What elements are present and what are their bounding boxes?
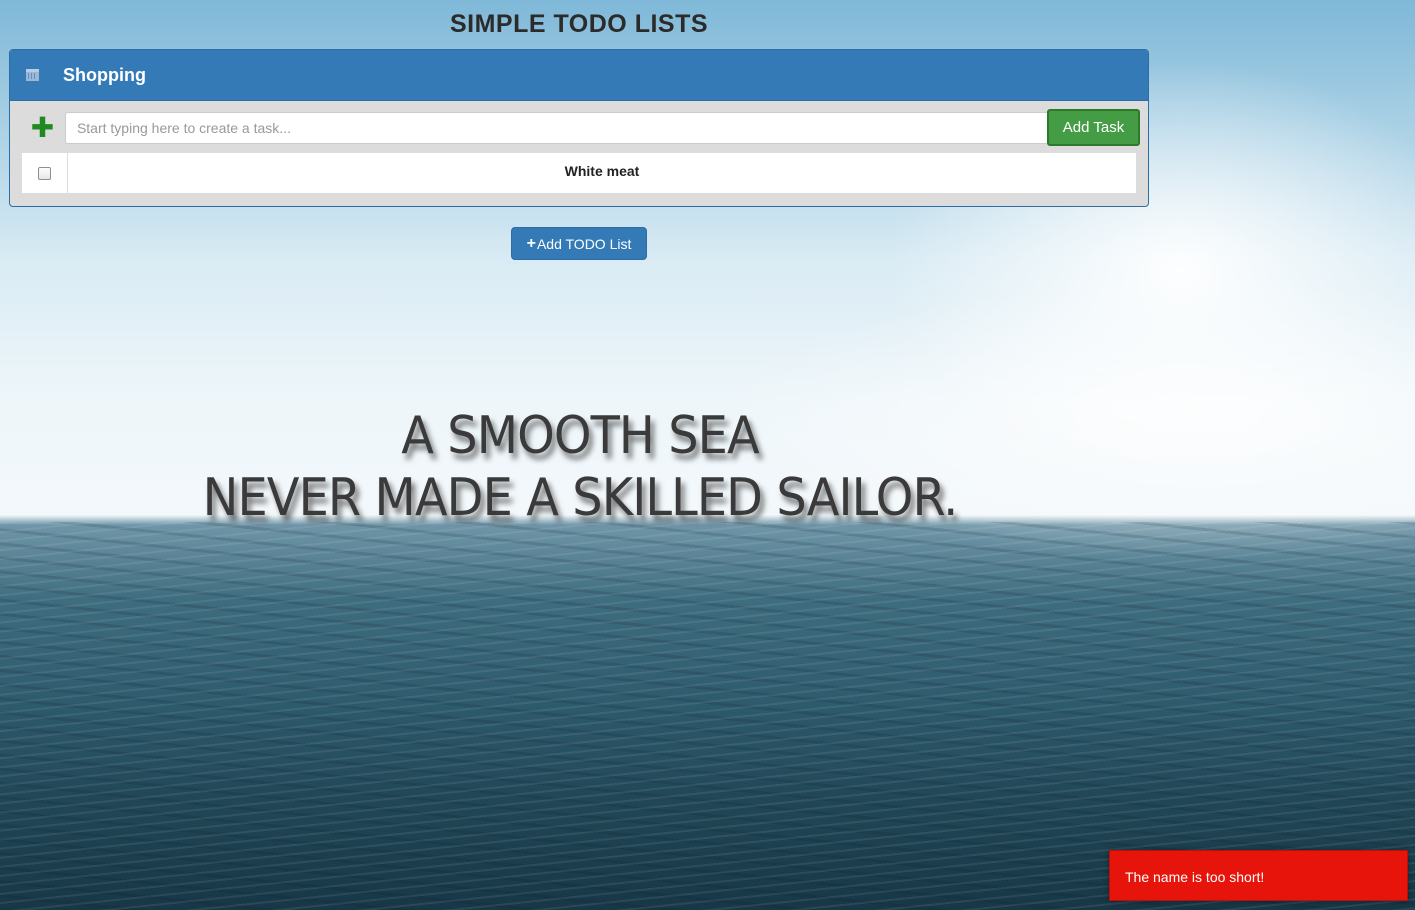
todo-list-title[interactable]: Shopping [63, 65, 146, 86]
task-checkbox-cell [22, 153, 68, 193]
task-name[interactable]: White meat [68, 153, 1136, 193]
add-task-button[interactable]: Add Task [1047, 109, 1140, 146]
add-todo-list-button[interactable]: + Add TODO List [511, 227, 647, 260]
add-todo-list-label: Add TODO List [536, 235, 632, 252]
background-quote: A SMOOTH SEA NEVER MADE A SKILLED SAILOR… [46, 405, 1113, 529]
todo-list-header: Shopping [10, 50, 1148, 101]
quote-line-1: A SMOOTH SEA [401, 406, 759, 466]
new-task-input[interactable] [64, 111, 1049, 144]
calendar-icon [26, 69, 39, 81]
table-row: White meat [21, 152, 1137, 194]
todo-list-panel: Shopping ✚ Add Task White meat [9, 49, 1149, 207]
plus-icon: ✚ [30, 111, 55, 143]
quote-line-2: NEVER MADE A SKILLED SAILOR. [202, 468, 959, 528]
plus-icon: + [526, 234, 536, 252]
error-toast[interactable]: The name is too short! [1109, 850, 1408, 901]
page-title: SIMPLE TODO LISTS [449, 10, 709, 38]
new-task-row: ✚ Add Task [20, 109, 1140, 146]
task-checkbox[interactable] [38, 166, 51, 180]
